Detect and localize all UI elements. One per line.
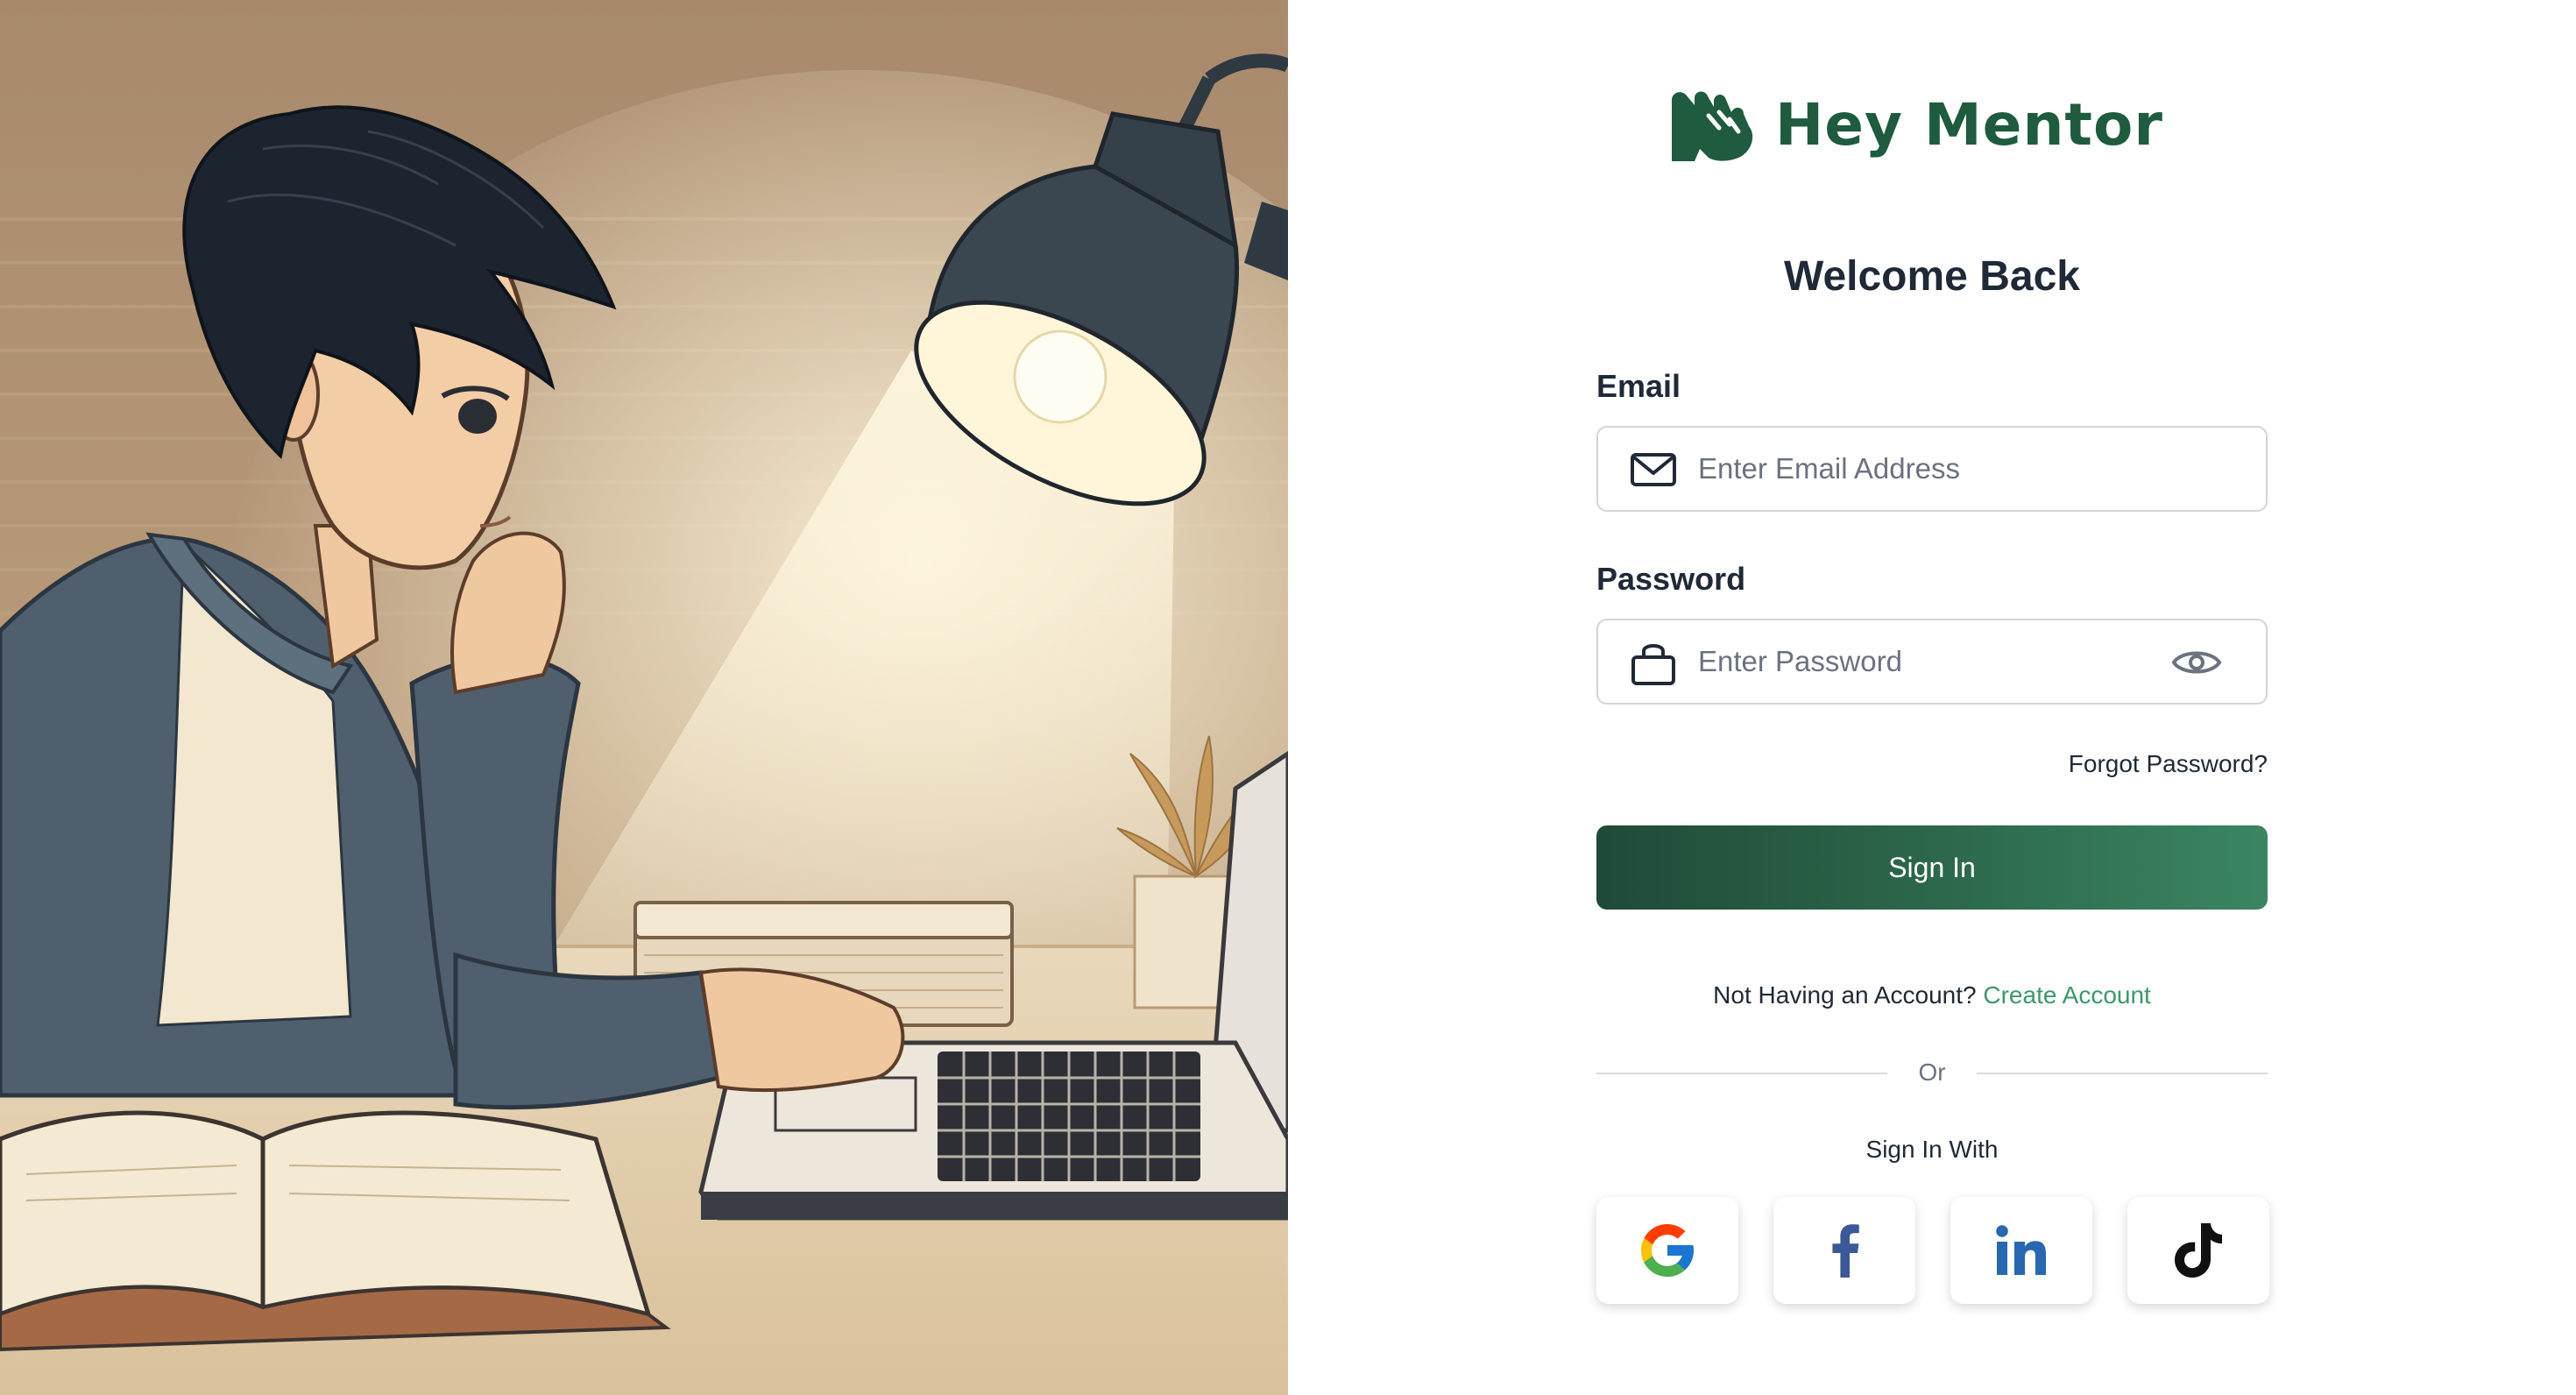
account-prompt-text: Not Having an Account? (1713, 981, 1977, 1009)
linkedin-icon (1996, 1225, 2046, 1275)
lock-icon (1631, 644, 1675, 685)
sign-in-button[interactable]: Sign In (1596, 825, 2268, 910)
hero-illustration (0, 0, 1288, 1395)
linkedin-signin-button[interactable] (1950, 1197, 2092, 1304)
brand-name: Hey Mentor (1775, 90, 2163, 159)
google-icon (1641, 1224, 1694, 1277)
page-title: Welcome Back (1784, 253, 2080, 300)
mail-icon (1631, 453, 1676, 486)
create-account-link[interactable]: Create Account (1983, 981, 2150, 1009)
divider-or-label: Or (1918, 1059, 1946, 1086)
tiktok-signin-button[interactable] (2127, 1197, 2269, 1304)
facebook-icon (1832, 1224, 1859, 1278)
email-label: Email (1596, 368, 1681, 404)
signin-panel: Hey Mentor Welcome Back Email Password F… (1288, 0, 2576, 1395)
social-heading: Sign In With (1865, 1136, 1999, 1163)
divider-right (1977, 1073, 2268, 1074)
facebook-signin-button[interactable] (1773, 1197, 1915, 1304)
email-input[interactable] (1698, 428, 2189, 510)
password-label: Password (1596, 561, 1746, 597)
create-account-prompt: Not Having an Account? Create Account (1288, 981, 2576, 1009)
password-input[interactable] (1698, 620, 2189, 703)
forgot-password-link[interactable]: Forgot Password? (2069, 750, 2268, 778)
brand-logo: Hey Mentor (1665, 86, 2163, 163)
hand-logo-icon (1672, 91, 1753, 161)
email-field[interactable] (1596, 426, 2268, 512)
tiktok-icon (2175, 1223, 2222, 1278)
eye-icon[interactable] (2171, 645, 2222, 680)
password-field[interactable] (1596, 619, 2268, 705)
google-signin-button[interactable] (1596, 1197, 1738, 1304)
